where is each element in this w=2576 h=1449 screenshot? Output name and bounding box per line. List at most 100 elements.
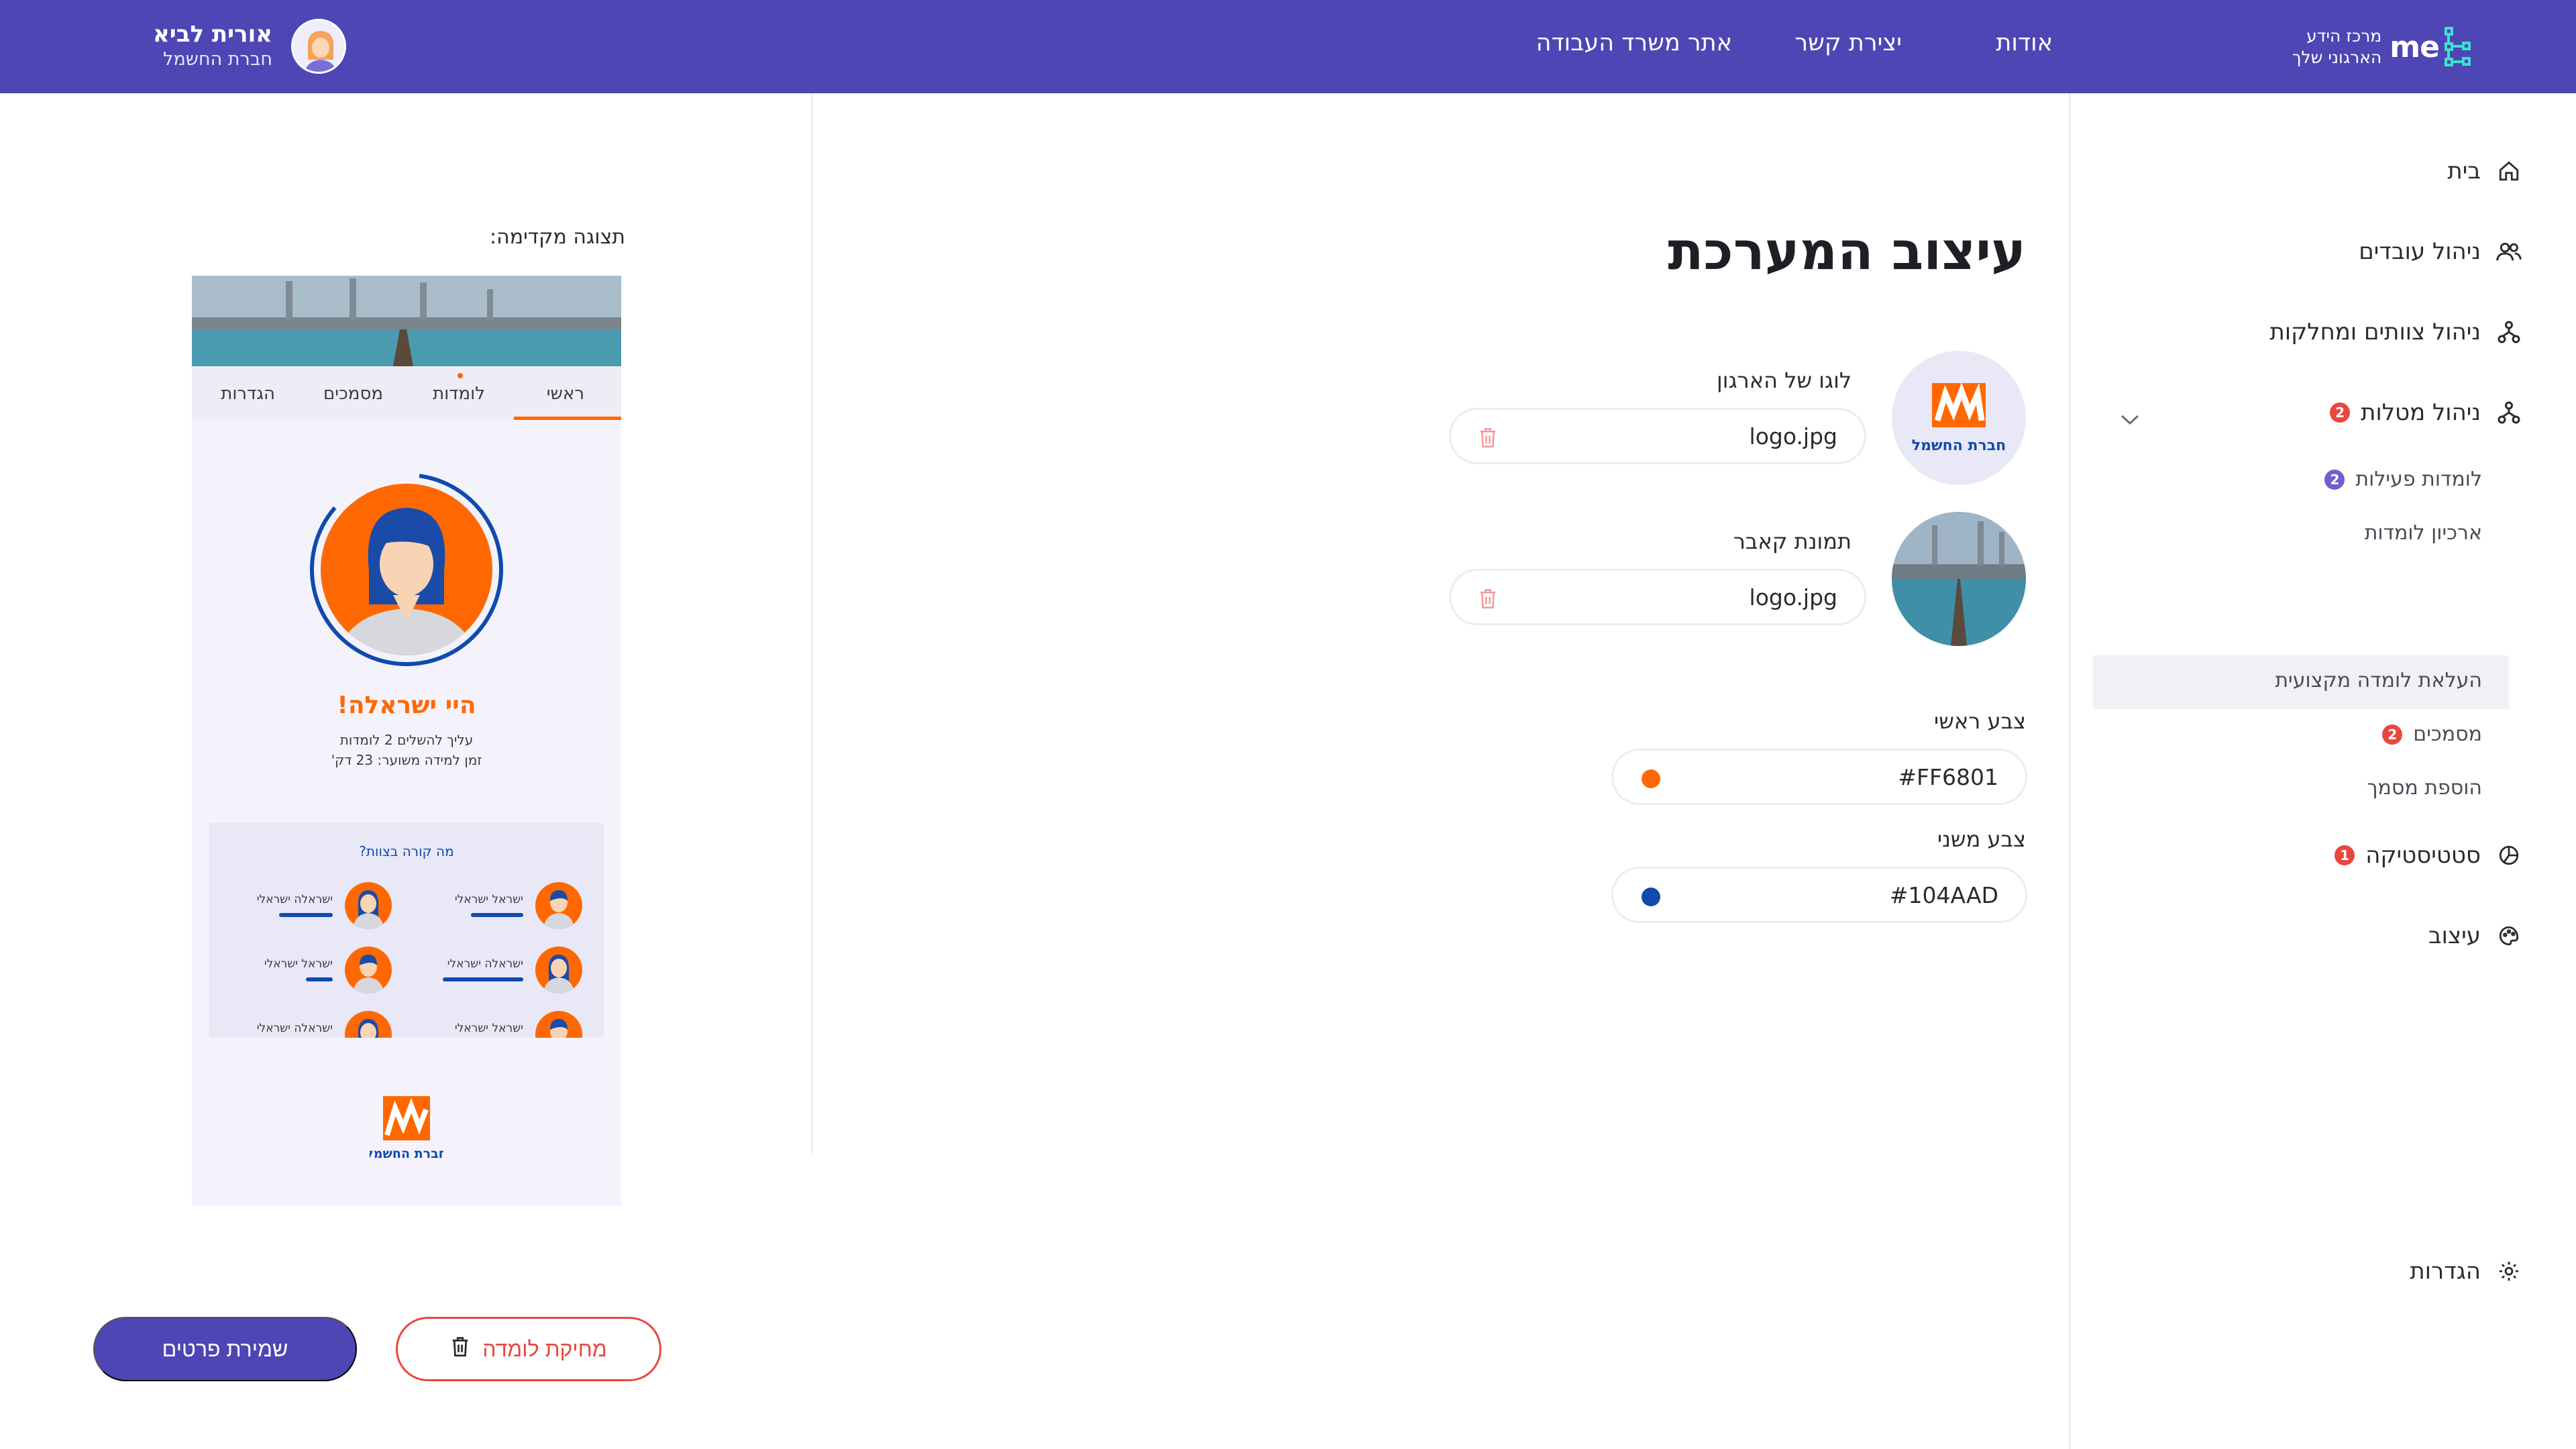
documents-badge: 2 <box>2382 724 2403 745</box>
sidebar-item-tasks[interactable]: ניהול מטלות 2 <box>2330 399 2522 426</box>
cover-label: תמונת קאבר <box>1733 529 1851 554</box>
primary-color-hex: #FF6801 <box>1898 764 1998 790</box>
preview-team-section: מה קורה בצוות? ישראל ישראלי ישראלה ישראל… <box>209 823 604 1038</box>
logo-label: לוגו של הארגון <box>1717 368 1851 393</box>
notification-dot <box>458 373 463 378</box>
sidebar-item-employees[interactable]: ניהול עובדים <box>2359 238 2522 265</box>
member-avatar <box>345 1011 392 1038</box>
logo-caption-text: חברת החשמל <box>1912 437 2006 454</box>
preview-pending-lomdot: עליך להשלים 2 לומדות <box>339 732 474 748</box>
member-name: ישראל ישראלי <box>454 1022 523 1035</box>
chevron-down-icon[interactable] <box>2120 414 2140 429</box>
sidebar-sub-documents[interactable]: מסמכים 2 <box>2382 722 2482 746</box>
active-lomdot-badge: 2 <box>2324 469 2345 490</box>
preview-org-logo: חברת החשמל <box>366 1091 447 1165</box>
sidebar-sub-add-document[interactable]: הוספת מסמך <box>2367 776 2482 800</box>
cover-image-thumbnail <box>1892 512 2026 646</box>
preview-tab-lomdot: לומדות <box>433 384 485 404</box>
member-name: ישראל ישראלי <box>264 957 333 971</box>
member-avatar <box>535 947 582 994</box>
logo-file-name: logo.jpg <box>1749 423 1837 449</box>
team-member: ישראל ישראלי <box>429 882 604 929</box>
member-name: ישראל ישראלי <box>454 893 523 906</box>
sidebar-label-teams: ניהול צוותים ומחלקות <box>2269 319 2481 345</box>
member-progress-bar <box>443 977 523 981</box>
member-name: ישראלה ישראלי <box>256 1022 333 1035</box>
team-member: ישראלה ישראלי <box>429 947 604 994</box>
sidebar-item-statistics[interactable]: סטטיסטיקה 1 <box>2334 842 2522 869</box>
team-member: ישראלה ישראלי <box>239 1011 413 1038</box>
primary-color-label: צבע ראשי <box>1934 708 2026 734</box>
delete-lomda-button[interactable]: מחיקת לומדה <box>396 1317 661 1381</box>
user-org: חברת החשמל <box>163 49 273 70</box>
sidebar-label-tasks: ניהול מטלות <box>2361 399 2481 426</box>
sidebar-item-design[interactable]: עיצוב <box>2428 922 2522 949</box>
sidebar-sub-label: העלאת לומדה מקצועית <box>2275 669 2482 692</box>
sidebar-sub-label: הוספת מסמך <box>2367 776 2482 800</box>
trash-icon[interactable] <box>1478 587 1501 611</box>
preview-estimated-time: זמן למידה משוער: 23 דק' <box>331 752 482 768</box>
sidebar-sub-upload[interactable]: העלאת לומדה מקצועית <box>2275 669 2482 692</box>
preview-tab-indicator <box>514 417 621 420</box>
sidebar-sub-label: ארכיון לומדות <box>2364 521 2482 545</box>
sidebar: בית ניהול עובדים ניהול צוותים ומחלקות ני… <box>2069 93 2576 1449</box>
preview-divider <box>811 93 813 1153</box>
secondary-color-label: צבע משני <box>1937 826 2026 852</box>
sidebar-sub-active-lomdot[interactable]: לומדות פעילות 2 <box>2324 468 2482 491</box>
user-profile[interactable]: אורית לביא חברת החשמל <box>153 19 347 74</box>
save-details-button[interactable]: שמירת פרטים <box>93 1317 357 1381</box>
member-name: ישראלה ישראלי <box>447 957 523 971</box>
nav-contact[interactable]: יצירת קשר <box>1794 30 1902 56</box>
org-chart-icon <box>2496 399 2522 426</box>
sidebar-item-settings[interactable]: הגדרות <box>2410 1258 2522 1285</box>
sidebar-item-home[interactable]: בית <box>2447 158 2522 184</box>
home-icon <box>2496 158 2522 184</box>
member-avatar <box>535 882 582 929</box>
logo-caption-text: חברת החשמל <box>370 1146 443 1161</box>
brand-logo[interactable]: me מרכז הידע הארגוני שלך <box>2292 23 2483 71</box>
brand-line-2: הארגוני שלך <box>2292 48 2382 67</box>
secondary-color-swatch[interactable] <box>1642 888 1660 906</box>
secondary-color-input[interactable]: #104AAD <box>1611 867 2027 923</box>
page-title: עיצוב המערכת <box>1668 221 2026 282</box>
primary-color-input[interactable]: #FF6801 <box>1611 749 2027 805</box>
sidebar-sub-label: מסמכים <box>2413 722 2482 746</box>
trash-icon <box>450 1335 470 1363</box>
sidebar-label-settings: הגדרות <box>2410 1258 2481 1285</box>
preview-greeting: היי ישראלה! <box>337 692 476 719</box>
preview-cover-image <box>192 276 621 366</box>
org-logo-thumbnail: חברת החשמל <box>1892 351 2026 485</box>
statistics-badge: 1 <box>2334 845 2355 865</box>
preview-avatar <box>307 470 506 669</box>
user-name: אורית לביא <box>153 21 273 48</box>
top-bar: me מרכז הידע הארגוני שלך אודות יצירת קשר… <box>0 0 2576 93</box>
member-progress-bar <box>306 977 333 981</box>
preview-tab-main: ראשי <box>546 384 584 404</box>
member-progress-bar <box>279 913 333 917</box>
cover-file-input[interactable]: logo.jpg <box>1449 569 1866 625</box>
palette-icon <box>2496 922 2522 949</box>
tasks-badge: 2 <box>2330 402 2351 423</box>
nav-about[interactable]: אודות <box>1996 30 2053 56</box>
preview-label: תצוגה מקדימה: <box>490 225 626 249</box>
preview-tab-settings: הגדרות <box>221 384 275 404</box>
preview-team-title: מה קורה בצוות? <box>359 843 454 859</box>
pie-chart-icon <box>2496 842 2522 869</box>
cover-file-name: logo.jpg <box>1749 584 1837 610</box>
team-member: ישראלה ישראלי <box>239 882 413 929</box>
member-avatar <box>345 947 392 994</box>
logo-file-input[interactable]: logo.jpg <box>1449 408 1866 464</box>
primary-color-swatch[interactable] <box>1642 769 1660 788</box>
member-avatar <box>345 882 392 929</box>
sidebar-sub-archive[interactable]: ארכיון לומדות <box>2365 521 2482 545</box>
nav-labor-ministry[interactable]: אתר משרד העבודה <box>1536 30 1732 56</box>
trash-icon[interactable] <box>1478 426 1501 450</box>
sidebar-label-statistics: סטטיסטיקה <box>2365 842 2481 869</box>
brand-network-icon <box>2443 25 2483 68</box>
sidebar-sub-label: לומדות פעילות <box>2355 468 2482 491</box>
gear-icon <box>2496 1258 2522 1285</box>
brand-line-1: מרכז הידע <box>2306 26 2382 46</box>
sidebar-item-teams[interactable]: ניהול צוותים ומחלקות <box>2270 319 2522 345</box>
sidebar-label-employees: ניהול עובדים <box>2359 238 2481 265</box>
mobile-preview: ראשי לומדות מסמכים הגדרות היי ישראלה! על… <box>192 276 621 1205</box>
